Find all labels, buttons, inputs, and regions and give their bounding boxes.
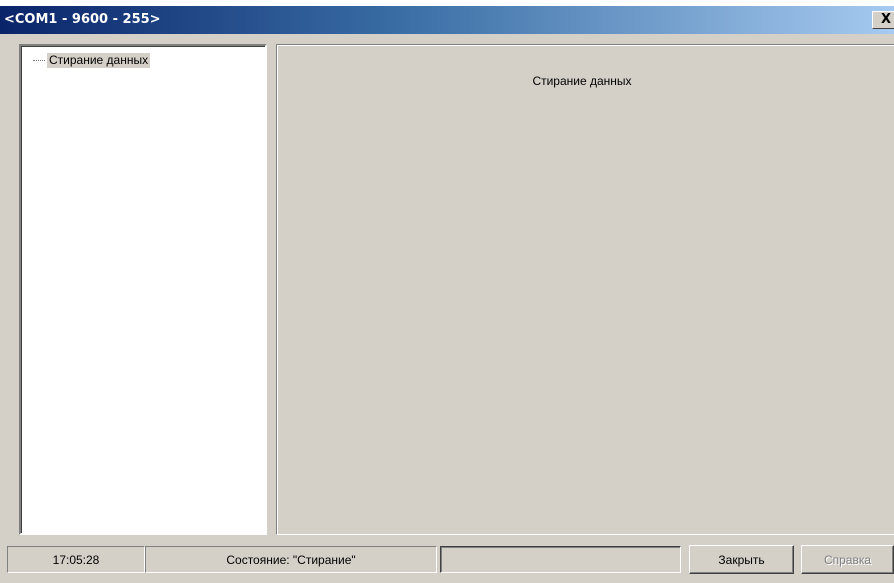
status-state: Состояние: "Стирание" [145,546,437,573]
tree-item-label: Стирание данных [47,52,151,68]
tree-view[interactable]: Стирание данных [19,44,267,535]
content-panel: Стирание данных [276,44,894,535]
title-bar[interactable]: <COM1 - 9600 - 255> X [0,6,894,34]
close-window-button[interactable]: X [872,11,894,29]
close-button[interactable]: Закрыть [689,545,794,574]
tree-item-erase-data[interactable]: Стирание данных [33,52,151,68]
window-title: <COM1 - 9600 - 255> [4,12,161,27]
content-title: Стирание данных [532,74,632,88]
tree-connector-line [33,59,45,61]
help-button[interactable]: Справка [801,545,894,574]
status-time: 17:05:28 [7,546,145,573]
progress-bar [440,546,681,573]
status-bar: 17:05:28 Состояние: "Стирание" Закрыть С… [0,540,894,583]
main-window: <COM1 - 9600 - 255> X Стирание данных Ст… [0,0,894,583]
close-icon: X [881,12,892,27]
